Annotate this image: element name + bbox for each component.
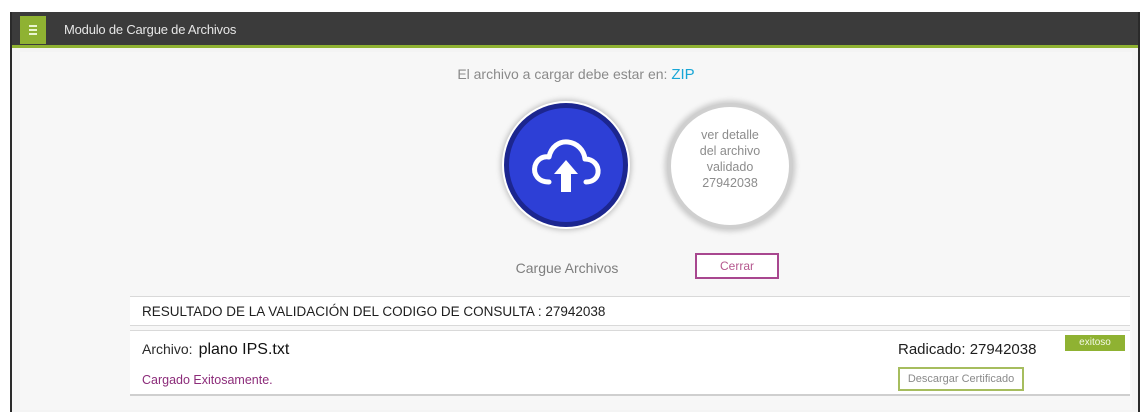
instruction-text: El archivo a cargar debe estar en: (457, 66, 668, 82)
hamburger-icon[interactable] (20, 16, 46, 44)
detail-code: 27942038 (702, 176, 758, 190)
main-content: El archivo a cargar debe estar en: ZIP v… (20, 52, 1132, 410)
format-label: ZIP (671, 66, 695, 83)
upload-button[interactable] (504, 103, 628, 227)
upload-status-text: Cargado Exitosamente. (142, 373, 273, 387)
detail-line: validado (706, 160, 754, 174)
top-bar: Modulo de Cargue de Archivos (12, 12, 1138, 48)
status-badge: exitoso (1065, 335, 1125, 351)
radicado-number: Radicado: 27942038 (898, 341, 1037, 358)
upload-instruction: El archivo a cargar debe estar en: ZIP (20, 66, 1132, 83)
file-detail-button[interactable]: ver detalle del archivo validado 2794203… (667, 103, 793, 229)
upload-label: Cargue Archivos (515, 260, 619, 276)
detail-line: ver detalle (701, 128, 759, 142)
cloud-upload-icon (532, 139, 601, 192)
download-certificate-button[interactable]: Descargar Certificado (898, 367, 1024, 391)
module-title: Modulo de Cargue de Archivos (64, 22, 237, 37)
app-window: Modulo de Cargue de Archivos El archivo … (10, 12, 1140, 412)
file-label: Archivo: (142, 341, 193, 357)
file-name: plano IPS.txt (198, 341, 290, 358)
file-info: Archivo: plano IPS.txt (142, 341, 289, 359)
validation-result-header: RESULTADO DE LA VALIDACIÓN DEL CODIGO DE… (130, 296, 1130, 326)
file-result-row: Archivo: plano IPS.txt Cargado Exitosamen… (130, 330, 1130, 396)
result-title: RESULTADO DE LA VALIDACIÓN DEL CODIGO DE… (142, 304, 606, 319)
detail-line: del archivo (699, 144, 761, 158)
close-button[interactable]: Cerrar (695, 253, 779, 279)
